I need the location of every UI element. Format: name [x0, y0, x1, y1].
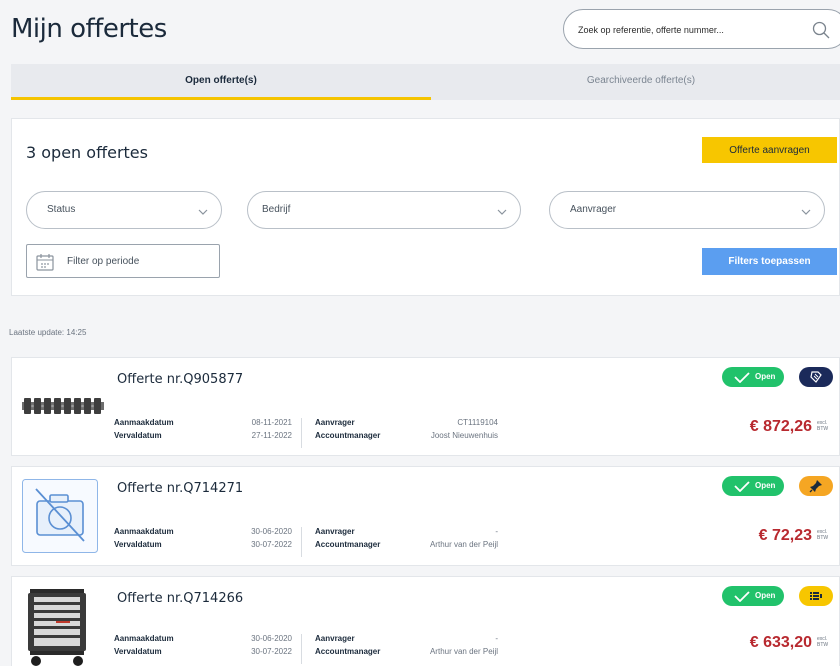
search-icon[interactable] — [812, 21, 830, 44]
company-select-label: Bedrijf — [262, 204, 291, 215]
quote-card[interactable]: Offerte nr.Q714271 Aanmaakdatum 30-06-20… — [11, 466, 840, 566]
period-filter-label: Filter op periode — [67, 256, 140, 267]
expiry-date: 30-07-2022 — [251, 540, 292, 549]
chevron-down-icon — [496, 205, 508, 223]
account-manager-value: Joost Nieuwenhuis — [430, 431, 498, 440]
requester-select[interactable]: Aanvrager — [549, 191, 825, 229]
status-badge-label: Open — [755, 591, 776, 600]
account-manager-value: Arthur van der Peijl — [429, 540, 498, 549]
expiry-date-label: Vervaldatum — [114, 431, 162, 440]
calendar-icon — [35, 252, 55, 277]
account-manager-value: Arthur van der Peijl — [429, 647, 498, 656]
check-icon — [734, 481, 750, 492]
requester-value: - — [495, 527, 498, 536]
product-image — [22, 396, 104, 421]
quote-card[interactable]: Offerte nr.Q905877 Aanmaakdatum 08-11-20… — [11, 357, 840, 456]
expiry-date-label: Vervaldatum — [114, 540, 162, 549]
open-quotes-count: 3 open offertes — [26, 143, 148, 162]
chevron-down-icon — [800, 205, 812, 223]
requester-value: - — [495, 634, 498, 643]
account-manager-label: Accountmanager — [315, 540, 381, 549]
list-icon[interactable] — [799, 586, 833, 606]
account-manager-label: Accountmanager — [315, 431, 381, 440]
requester-value: CT1119104 — [457, 418, 498, 427]
vat-label: excl. BTW — [817, 529, 829, 541]
tab-open-quotes[interactable]: Open offerte(s) — [11, 64, 431, 100]
quote-tabs: Open offerte(s) Gearchiveerde offerte(s) — [11, 64, 840, 100]
vat-label: excl. BTW — [817, 420, 829, 432]
created-date-label: Aanmaakdatum — [114, 634, 174, 643]
tag-icon[interactable] — [799, 367, 833, 387]
vat-label: excl. BTW — [817, 636, 829, 648]
no-image-camera-icon — [22, 479, 98, 558]
apply-filters-button[interactable]: Filters toepassen — [702, 248, 837, 275]
created-date: 08-11-2021 — [251, 418, 292, 427]
expiry-date: 30-07-2022 — [251, 647, 292, 656]
company-select[interactable]: Bedrijf — [247, 191, 521, 229]
check-icon — [734, 372, 750, 383]
period-filter[interactable]: Filter op periode — [26, 244, 220, 278]
created-date: 30-06-2020 — [251, 527, 292, 536]
expiry-date: 27-11-2022 — [251, 431, 292, 440]
search-box[interactable] — [563, 9, 840, 49]
filter-panel: 3 open offertes Offerte aanvragen Status… — [11, 118, 840, 296]
status-select-label: Status — [47, 204, 76, 215]
last-update-text: Laatste update: 14:25 — [9, 328, 87, 337]
status-select[interactable]: Status — [26, 191, 222, 229]
status-badge: Open — [722, 476, 784, 496]
requester-select-label: Aanvrager — [570, 204, 617, 215]
quote-card[interactable]: Offerte nr.Q714266 Aanmaakdatum 30-06-20… — [11, 576, 840, 666]
status-badge: Open — [722, 367, 784, 387]
expiry-date-label: Vervaldatum — [114, 647, 162, 656]
requester-label: Aanvrager — [315, 527, 355, 536]
tool-cabinet-image — [22, 585, 92, 666]
created-date-label: Aanmaakdatum — [114, 418, 174, 427]
created-date-label: Aanmaakdatum — [114, 527, 174, 536]
divider — [301, 634, 302, 664]
tab-archived-quotes[interactable]: Gearchiveerde offerte(s) — [431, 64, 840, 100]
pin-icon[interactable] — [799, 476, 833, 496]
search-input[interactable] — [578, 20, 798, 40]
quote-price: € 633,20 — [749, 634, 812, 651]
status-badge-label: Open — [755, 481, 776, 490]
page-title: Mijn offertes — [11, 14, 167, 44]
check-icon — [734, 591, 750, 602]
quote-price: € 72,23 — [758, 527, 812, 544]
quote-title[interactable]: Offerte nr.Q714266 — [117, 591, 243, 606]
quote-title[interactable]: Offerte nr.Q714271 — [117, 481, 243, 496]
quote-title[interactable]: Offerte nr.Q905877 — [117, 372, 243, 387]
divider — [301, 527, 302, 557]
requester-label: Aanvrager — [315, 634, 355, 643]
created-date: 30-06-2020 — [251, 634, 292, 643]
account-manager-label: Accountmanager — [315, 647, 381, 656]
request-quote-button[interactable]: Offerte aanvragen — [702, 137, 837, 163]
divider — [301, 418, 302, 448]
quote-price: € 872,26 — [749, 418, 812, 435]
requester-label: Aanvrager — [315, 418, 355, 427]
status-badge-label: Open — [755, 372, 776, 381]
status-badge: Open — [722, 586, 784, 606]
chevron-down-icon — [197, 205, 209, 223]
